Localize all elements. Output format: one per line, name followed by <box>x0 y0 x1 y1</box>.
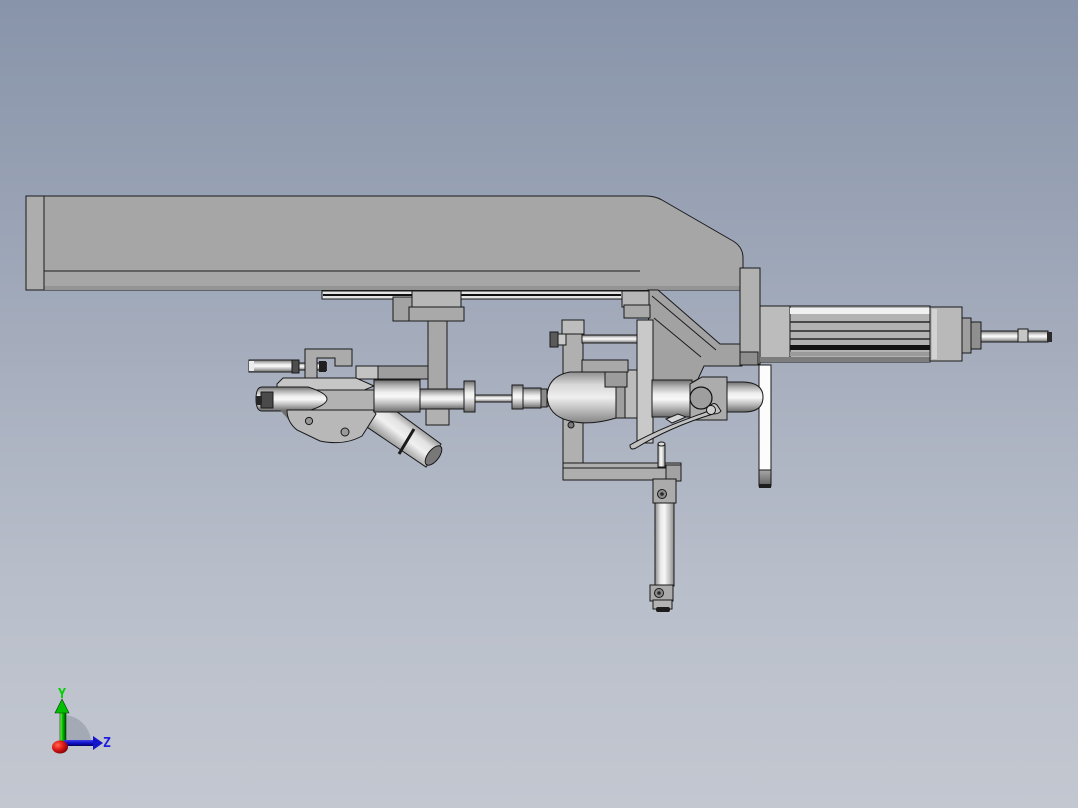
shaft-flange <box>463 380 476 413</box>
assembly-model[interactable] <box>25 195 1052 612</box>
vertical-piston[interactable] <box>649 478 677 612</box>
shaft-key <box>1017 328 1029 343</box>
guide-rail[interactable] <box>321 290 651 322</box>
clevis-end-cap <box>726 381 764 413</box>
orientation-triad: Y Z <box>52 687 111 754</box>
axis-x-origin <box>52 740 68 754</box>
hook-bracket[interactable] <box>304 348 353 381</box>
shaft-flange <box>511 384 524 410</box>
tie-rod-top <box>581 334 638 344</box>
spindle-yoke <box>581 359 629 373</box>
linear-actuator-motor[interactable] <box>759 305 1052 363</box>
cad-viewport[interactable]: Y Z <box>0 0 1078 808</box>
lever-pivot <box>706 405 716 415</box>
actuator-mount-block[interactable] <box>739 267 761 366</box>
plate-hole <box>304 416 314 426</box>
axis-y-label: Y <box>58 687 66 702</box>
axis-z-label: Z <box>103 736 111 751</box>
feed-cylinder[interactable] <box>248 359 294 373</box>
plate-hole <box>340 427 350 437</box>
hanger-bar[interactable] <box>758 364 772 488</box>
triad-sector <box>63 715 91 743</box>
top-mounting-plate[interactable] <box>25 195 744 291</box>
link-pin <box>657 441 666 468</box>
piston-tube[interactable] <box>654 502 675 587</box>
model-canvas[interactable]: Y Z <box>0 0 1078 808</box>
receiver-body[interactable] <box>647 289 743 391</box>
actuator-shaft[interactable] <box>980 330 1049 343</box>
trigger-plate[interactable] <box>286 409 377 444</box>
front-plate-bar[interactable] <box>636 319 654 444</box>
rail-clamp[interactable] <box>411 290 462 309</box>
